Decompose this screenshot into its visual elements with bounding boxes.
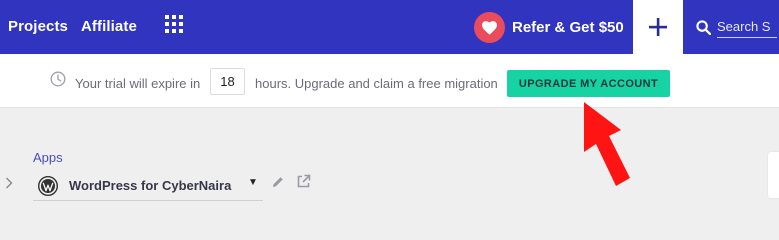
wordpress-icon	[38, 176, 58, 196]
plus-icon	[649, 18, 667, 36]
caret-down-icon[interactable]: ▼	[248, 177, 258, 188]
chevron-right-icon[interactable]	[5, 177, 13, 189]
external-link-icon[interactable]	[296, 174, 311, 189]
heart-icon	[482, 20, 497, 35]
nav-projects-link[interactable]: Projects	[8, 18, 68, 35]
nav-affiliate-link[interactable]: Affiliate	[81, 18, 137, 35]
heart-icon-badge	[474, 11, 505, 43]
apps-heading: Apps	[33, 150, 63, 165]
search-box[interactable]	[696, 15, 779, 39]
grid-icon[interactable]	[165, 15, 183, 33]
clock-icon	[50, 71, 66, 87]
refer-button[interactable]: Refer & Get $50	[474, 10, 624, 44]
red-arrow	[584, 102, 630, 186]
pencil-icon[interactable]	[271, 175, 285, 189]
add-new-button[interactable]	[633, 0, 683, 54]
trial-text-before: Your trial will expire in	[75, 76, 201, 91]
search-icon	[696, 19, 711, 35]
refer-label: Refer & Get $50	[512, 18, 624, 36]
trial-text-after: hours. Upgrade and claim a free migratio…	[255, 76, 498, 91]
top-nav: Projects Affiliate Refer & Get $50	[0, 0, 779, 54]
app-item[interactable]: WordPress for CyberNaira ▼	[33, 170, 263, 201]
trial-banner: Your trial will expire in 18 hours. Upgr…	[0, 54, 779, 108]
search-input[interactable]	[717, 16, 777, 38]
side-panel-edge	[768, 152, 779, 198]
trial-hours-value: 18	[210, 68, 245, 95]
app-name: WordPress for CyberNaira	[69, 178, 232, 193]
upgrade-account-button[interactable]: UPGRADE MY ACCOUNT	[507, 70, 670, 97]
